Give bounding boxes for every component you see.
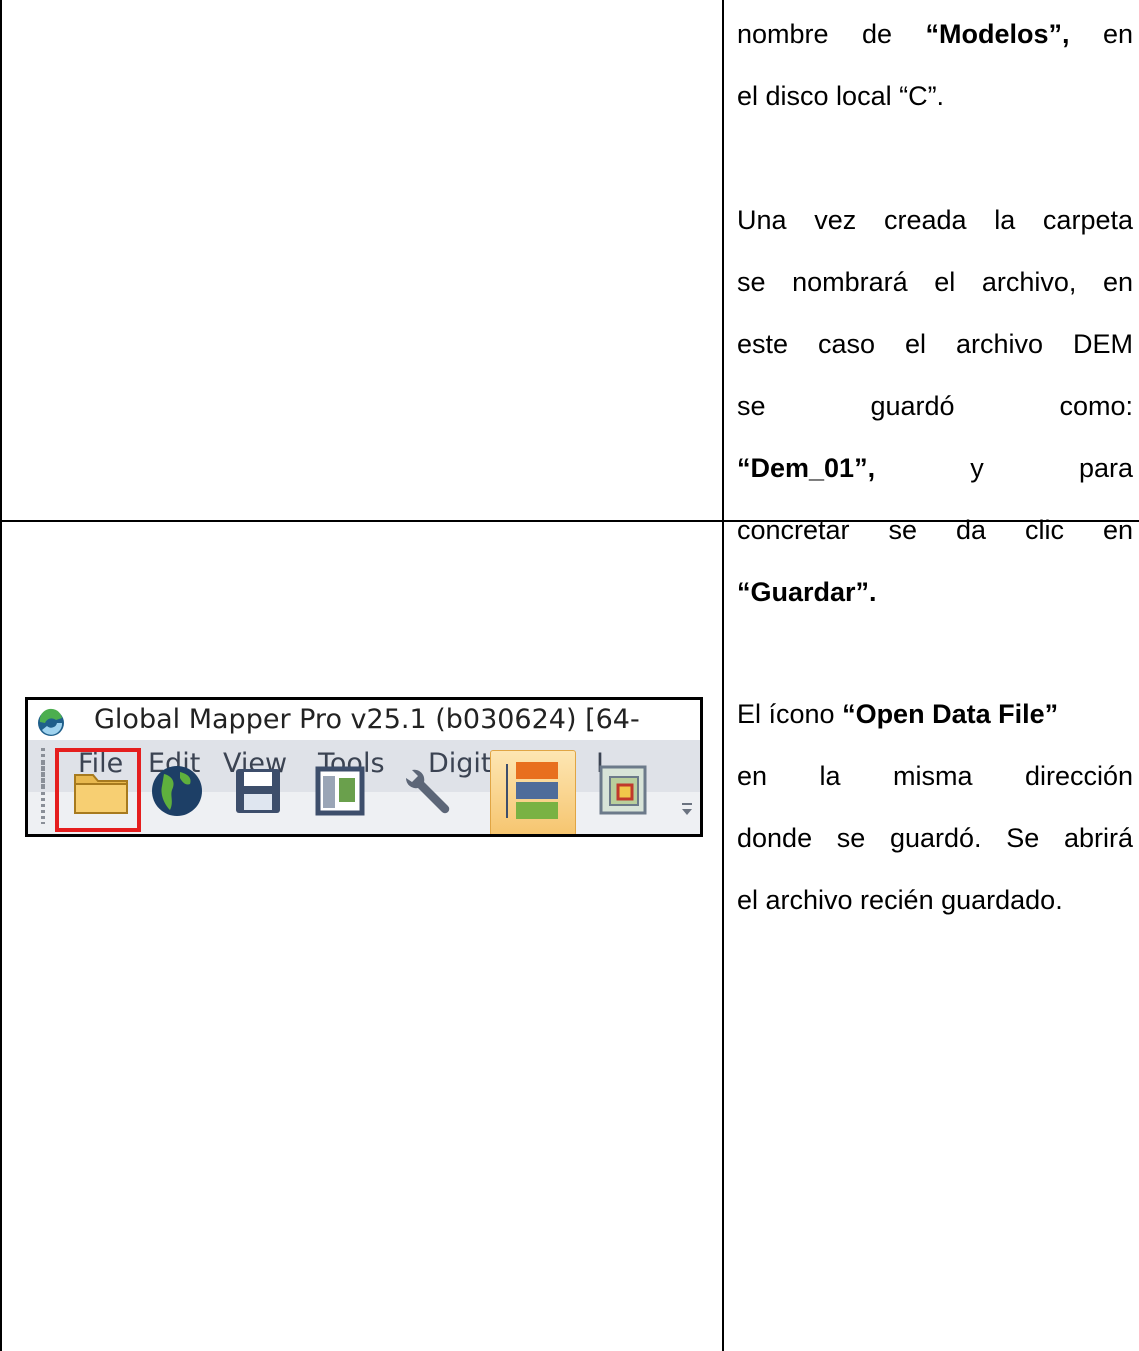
globe-icon[interactable] — [150, 764, 204, 818]
global-mapper-logo-icon — [38, 708, 64, 736]
text-line: Una vez creada la carpeta — [737, 205, 1133, 235]
toolbar — [28, 748, 700, 834]
layers-icon[interactable] — [502, 758, 562, 826]
open-folder-icon[interactable] — [73, 767, 131, 817]
overview-icon[interactable] — [598, 764, 648, 816]
text-line: el disco local “C”. — [737, 81, 945, 111]
text-line: este caso el archivo DEM — [737, 329, 1133, 359]
document-table: nombre de “Modelos”, en el disco local “… — [0, 0, 1139, 1351]
table-border-left — [0, 0, 2, 1351]
text-line: en la misma dirección — [737, 761, 1133, 791]
text-line: se nombrará el archivo, en — [737, 267, 1133, 297]
wrench-icon[interactable] — [398, 764, 458, 818]
text-line: concretar se da clic en — [737, 515, 1133, 545]
text-line: nombre de “Modelos”, en — [737, 19, 1133, 49]
toolbar-overflow-icon[interactable] — [680, 800, 694, 820]
table-column-divider — [722, 0, 724, 1351]
text-line: el archivo recién guardado. — [737, 885, 1063, 915]
text-line: El ícono “Open Data File” — [737, 699, 1059, 729]
text-line: “Dem_01”, y para — [737, 453, 1133, 483]
toolbar-grip[interactable] — [41, 762, 45, 824]
window-icon[interactable] — [315, 766, 365, 816]
row1-text: nombre de “Modelos”, en el disco local “… — [737, 3, 1133, 623]
text-line: se guardó como: — [737, 391, 1133, 421]
text-line: “Guardar”. — [737, 577, 877, 607]
global-mapper-screenshot: Global Mapper Pro v25.1 (b030624) [64- F… — [25, 697, 703, 837]
app-title-bar: Global Mapper Pro v25.1 (b030624) [64- — [28, 700, 700, 740]
save-icon[interactable] — [233, 766, 283, 816]
text-line-blank — [737, 127, 1133, 189]
app-title: Global Mapper Pro v25.1 (b030624) [64- — [94, 704, 640, 735]
text-line: donde se guardó. Se abrirá — [737, 823, 1133, 853]
row2-text: El ícono “Open Data File” en la misma di… — [737, 683, 1133, 931]
